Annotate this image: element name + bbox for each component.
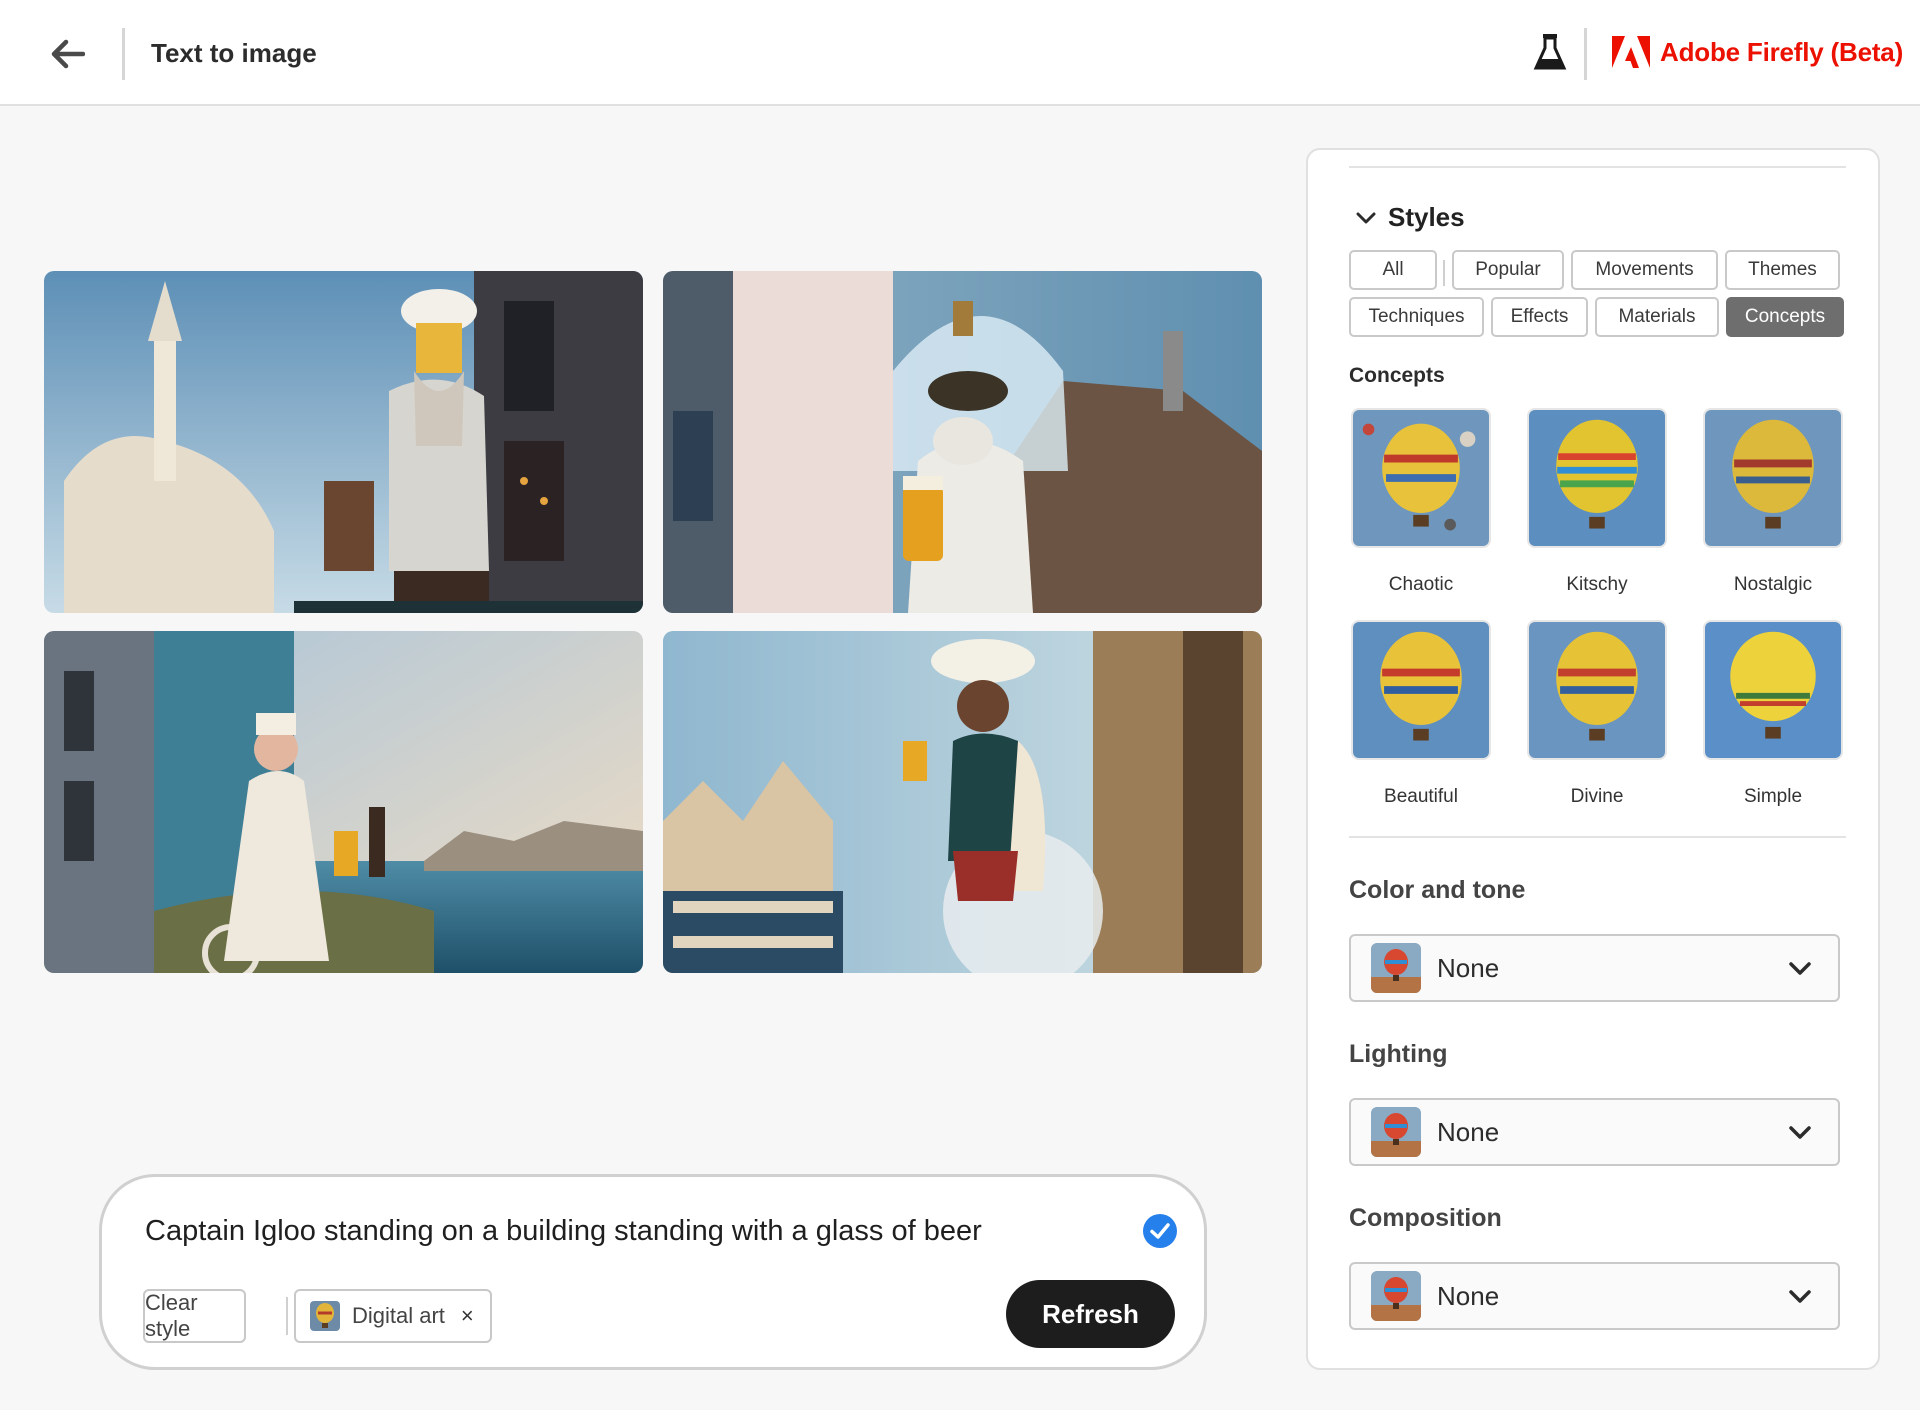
chevron-down-icon [1789, 1126, 1811, 1139]
balloon-thumbnail-icon [1371, 1271, 1421, 1321]
tab-divider [1443, 260, 1445, 286]
lighting-dropdown[interactable]: None [1349, 1098, 1840, 1166]
balloon-thumbnail-icon [310, 1301, 340, 1331]
concept-label: Divine [1570, 786, 1624, 807]
panel-divider [1349, 166, 1846, 168]
tab-popular[interactable]: Popular [1452, 250, 1564, 290]
generated-image-icon [44, 631, 643, 973]
composition-dropdown[interactable]: None [1349, 1262, 1840, 1330]
app-header: Text to image Adobe Firefly (Beta) [0, 0, 1920, 106]
color-tone-value: None [1437, 952, 1500, 983]
chevron-down-icon [1356, 212, 1376, 223]
lighting-value: None [1437, 1116, 1500, 1147]
chevron-down-icon [1789, 962, 1811, 975]
balloon-icon [1529, 622, 1665, 758]
prompt-box: Captain Igloo standing on a building sta… [99, 1174, 1207, 1370]
checkmark-icon[interactable] [1142, 1213, 1178, 1249]
style-chip-label: Digital art [352, 1303, 445, 1328]
panel-divider [1349, 836, 1846, 838]
style-chip-digital-art[interactable]: Digital art × [294, 1289, 492, 1343]
concepts-heading: Concepts [1349, 364, 1445, 387]
color-tone-label: Color and tone [1349, 876, 1526, 904]
composition-value: None [1437, 1280, 1500, 1311]
header-divider [1584, 28, 1587, 80]
adobe-logo-icon [1612, 36, 1650, 68]
styles-title: Styles [1388, 202, 1465, 232]
concept-chaotic[interactable] [1351, 408, 1491, 548]
tab-movements[interactable]: Movements [1571, 250, 1718, 290]
brand-name: Adobe Firefly (Beta) [1660, 36, 1904, 67]
balloon-icon [1353, 622, 1489, 758]
composition-label: Composition [1349, 1204, 1502, 1232]
balloon-icon [1353, 410, 1489, 546]
prompt-input[interactable]: Captain Igloo standing on a building sta… [145, 1215, 982, 1248]
tab-themes[interactable]: Themes [1725, 250, 1840, 290]
balloon-thumbnail-icon [1371, 943, 1421, 993]
concept-beautiful[interactable] [1351, 620, 1491, 760]
concept-label: Beautiful [1384, 786, 1458, 807]
concept-label: Simple [1743, 786, 1803, 807]
generated-image[interactable] [663, 631, 1262, 973]
concept-simple[interactable] [1703, 620, 1843, 760]
labs-button[interactable] [1532, 32, 1568, 72]
chevron-down-icon [1789, 1290, 1811, 1303]
concept-divine[interactable] [1527, 620, 1667, 760]
tab-concepts[interactable]: Concepts [1726, 297, 1844, 337]
arrow-left-icon [51, 39, 85, 69]
generated-image[interactable] [663, 271, 1262, 613]
refresh-button[interactable]: Refresh [1006, 1280, 1175, 1348]
concept-nostalgic[interactable] [1703, 408, 1843, 548]
concept-label: Chaotic [1388, 574, 1454, 595]
concept-label: Kitschy [1566, 574, 1628, 595]
remove-style-icon[interactable]: × [461, 1303, 474, 1329]
brand-link[interactable]: Adobe Firefly (Beta) [1612, 36, 1903, 68]
balloon-thumbnail-icon [1371, 1107, 1421, 1157]
generated-image[interactable] [44, 271, 643, 613]
settings-panel: Styles All Popular Movements Themes Tech… [1306, 148, 1880, 1370]
tab-all[interactable]: All [1349, 250, 1437, 290]
generated-image-icon [663, 631, 1262, 973]
tab-effects[interactable]: Effects [1491, 297, 1588, 337]
styles-section-toggle[interactable]: Styles [1356, 202, 1465, 233]
lighting-label: Lighting [1349, 1040, 1448, 1068]
back-button[interactable] [44, 32, 92, 76]
clear-style-button[interactable]: Clear style [143, 1289, 246, 1343]
color-tone-dropdown[interactable]: None [1349, 934, 1840, 1002]
generated-image-icon [44, 271, 643, 613]
balloon-icon [1705, 622, 1841, 758]
balloon-icon [1705, 410, 1841, 546]
generated-image-icon [663, 271, 1262, 613]
tab-materials[interactable]: Materials [1595, 297, 1719, 337]
tab-techniques[interactable]: Techniques [1349, 297, 1484, 337]
concept-label: Nostalgic [1733, 574, 1813, 595]
concept-kitschy[interactable] [1527, 408, 1667, 548]
flask-icon [1533, 34, 1567, 70]
chip-divider [286, 1297, 288, 1335]
balloon-icon [1529, 410, 1665, 546]
header-divider [122, 28, 125, 80]
page-title: Text to image [151, 38, 317, 68]
generated-image[interactable] [44, 631, 643, 973]
